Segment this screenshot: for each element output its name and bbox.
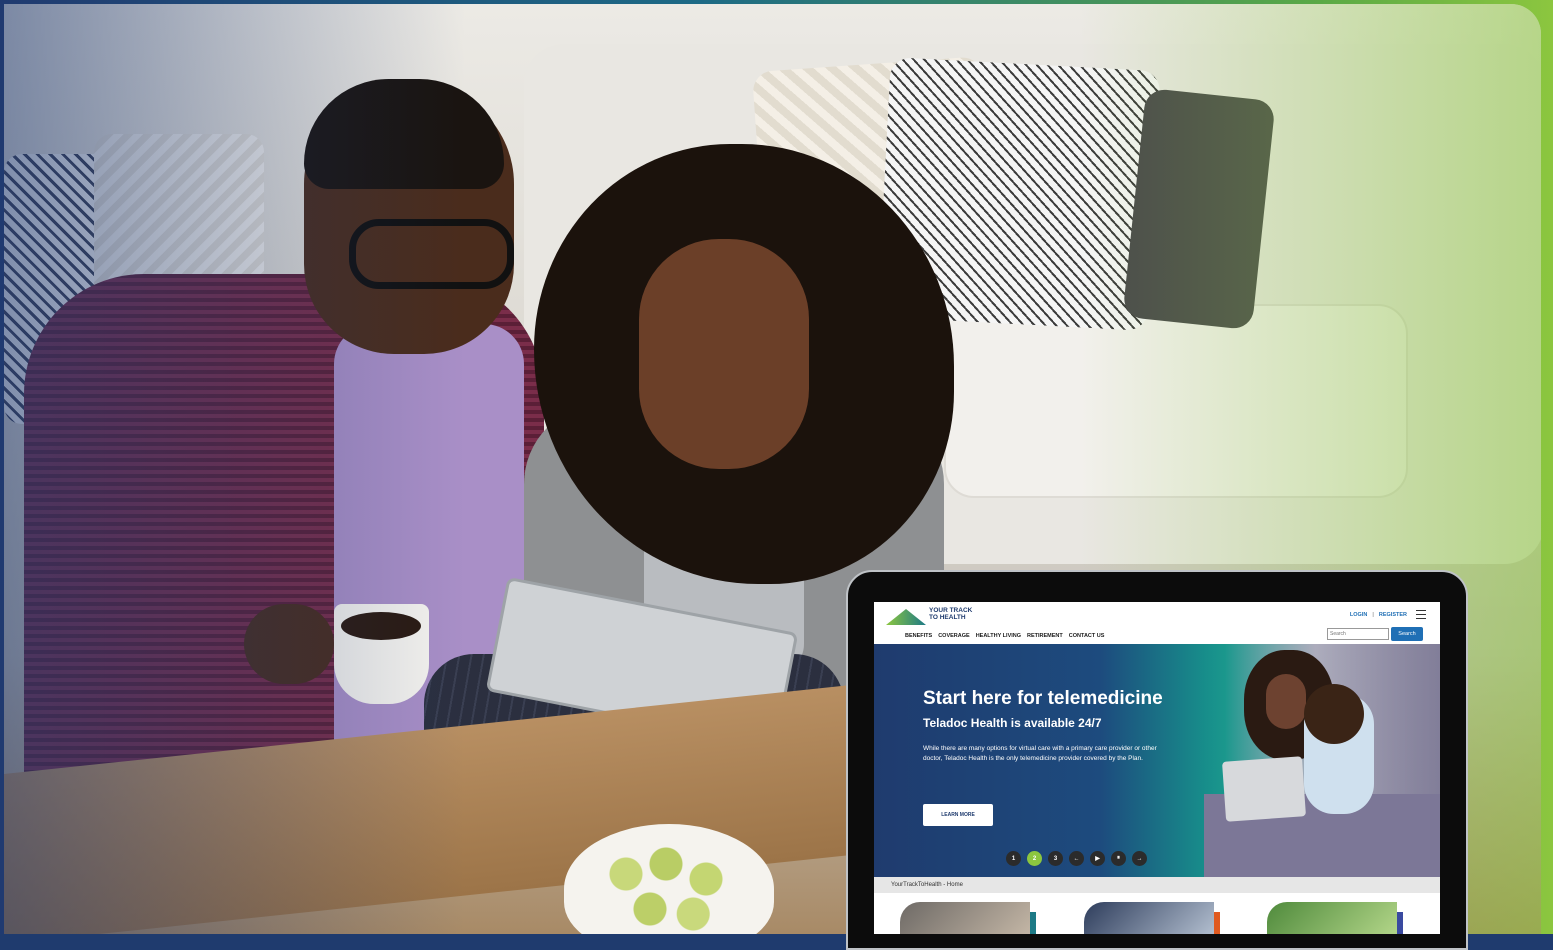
hero-woman-face	[1266, 674, 1306, 729]
utility-nav: LOGIN | REGISTER	[1350, 610, 1426, 619]
search-button[interactable]: Search	[1391, 627, 1423, 641]
feature-card[interactable]	[900, 902, 1036, 934]
play-icon[interactable]: ▶	[1090, 851, 1105, 866]
learn-more-button[interactable]: LEARN MORE	[923, 804, 993, 826]
nav-healthy-living[interactable]: HEALTHY LIVING	[976, 633, 1021, 639]
nav-coverage[interactable]: COVERAGE	[938, 633, 969, 639]
logo-text: YOUR TRACK TO HEALTH	[929, 607, 973, 621]
nav-contact-us[interactable]: CONTACT US	[1069, 633, 1105, 639]
card-image	[1267, 902, 1397, 934]
logo-icon	[886, 609, 926, 625]
hero-laptop	[1222, 756, 1306, 822]
register-link[interactable]: REGISTER	[1379, 612, 1407, 618]
main-nav: BENEFITS COVERAGE HEALTHY LIVING RETIREM…	[905, 633, 1104, 639]
site-header: YOUR TRACK TO HEALTH LOGIN | REGISTER BE…	[874, 602, 1440, 644]
divider: |	[1372, 611, 1374, 618]
card-accent	[1397, 912, 1403, 934]
arrow-left-icon[interactable]: ←	[1069, 851, 1084, 866]
site-logo[interactable]: YOUR TRACK TO HEALTH	[886, 607, 976, 627]
nav-benefits[interactable]: BENEFITS	[905, 633, 932, 639]
breadcrumb: YourTrackToHealth - Home	[874, 877, 1440, 893]
menu-icon[interactable]	[1416, 610, 1426, 619]
hero-body: While there are many options for virtual…	[923, 745, 1157, 762]
carousel-page-2[interactable]: 2	[1027, 851, 1042, 866]
card-image	[900, 902, 1030, 934]
search-input[interactable]	[1327, 628, 1389, 640]
card-image	[1084, 902, 1214, 934]
card-accent	[1214, 912, 1220, 934]
card-accent	[1030, 912, 1036, 934]
hero-banner: Start here for telemedicine Teladoc Heal…	[874, 644, 1440, 877]
feature-card[interactable]	[1084, 902, 1220, 934]
website-screen: YOUR TRACK TO HEALTH LOGIN | REGISTER BE…	[874, 602, 1440, 934]
feature-card[interactable]	[1267, 902, 1403, 934]
carousel-controls: 1 2 3 ← ▶ ⏸ →	[1006, 851, 1147, 866]
arrow-right-icon[interactable]: →	[1132, 851, 1147, 866]
pause-icon[interactable]: ⏸	[1111, 851, 1126, 866]
carousel-page-1[interactable]: 1	[1006, 851, 1021, 866]
carousel-page-3[interactable]: 3	[1048, 851, 1063, 866]
hero-title: Start here for telemedicine	[923, 688, 1163, 709]
login-link[interactable]: LOGIN	[1350, 612, 1367, 618]
hero-girl-hair	[1304, 684, 1364, 744]
hero-subtitle: Teladoc Health is available 24/7	[923, 716, 1102, 730]
nav-retirement[interactable]: RETIREMENT	[1027, 633, 1063, 639]
